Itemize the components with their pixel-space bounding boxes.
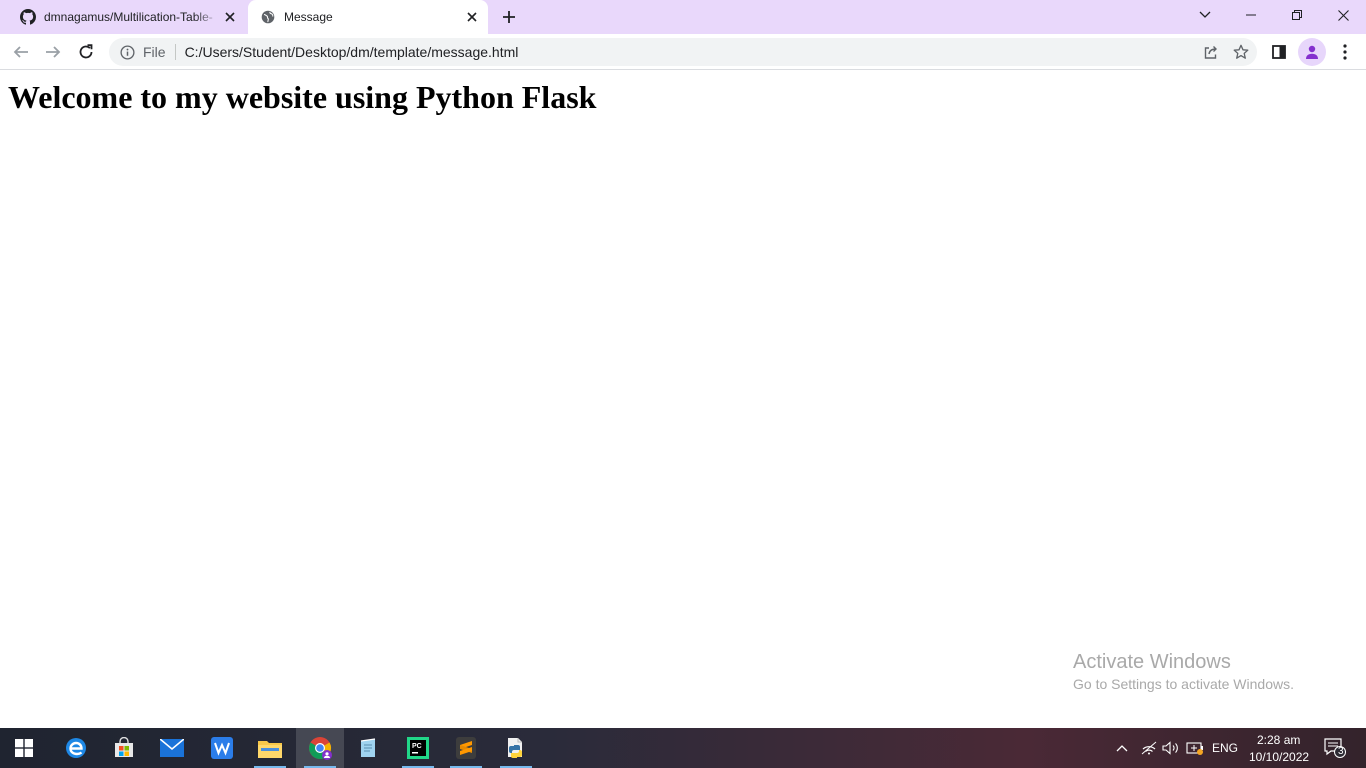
tab-title: dmnagamus/Multilication-Table- [44,10,213,24]
restore-button[interactable] [1274,0,1320,30]
new-tab-button[interactable] [496,5,522,29]
page-heading: Welcome to my website using Python Flask [8,79,597,115]
plus-icon [503,11,515,23]
close-icon [1337,9,1349,21]
mail-icon [160,739,184,757]
activation-watermark-subtitle: Go to Settings to activate Windows. [1073,676,1294,692]
person-icon [1306,45,1318,59]
forward-button[interactable] [39,38,67,66]
github-icon [20,9,36,25]
profile-button[interactable] [1298,38,1326,66]
tab-title: Message [284,10,333,24]
tab-github[interactable]: dmnagamus/Multilication-Table- [8,0,246,34]
action-center-button[interactable]: 3 [1320,728,1350,768]
taskbar-notepad[interactable] [344,728,392,768]
activation-watermark-title: Activate Windows [1073,651,1231,673]
clock-date[interactable]: 10/10/2022 [1249,750,1309,764]
close-icon[interactable] [462,7,482,27]
svg-text:PC: PC [412,743,422,750]
scheme-label: File [143,44,166,60]
side-panel-icon [1272,45,1286,59]
address-bar[interactable]: File C:/Users/Student/Desktop/dm/templat… [109,38,1257,66]
tab-message[interactable]: Message [248,0,488,34]
star-icon[interactable] [1227,38,1255,66]
notification-count: 3 [1338,746,1344,757]
language-indicator[interactable]: ENG [1212,741,1238,755]
side-panel-button[interactable] [1265,38,1293,66]
reload-icon [79,44,93,59]
start-icon [15,739,33,757]
info-icon[interactable] [119,44,135,60]
taskbar-mail[interactable] [148,728,196,768]
network-icon[interactable] [1138,728,1160,768]
taskbar-sublime[interactable] [442,728,490,768]
chevron-down-icon [1199,11,1211,18]
taskbar-pycharm[interactable]: PC [394,728,442,768]
divider [174,44,176,60]
taskbar-python[interactable] [492,728,540,768]
close-window-button[interactable] [1320,0,1366,30]
minimize-icon [1246,14,1256,16]
minimize-button[interactable] [1228,0,1274,30]
share-icon[interactable] [1197,38,1225,66]
reload-button[interactable] [72,38,100,66]
clock-time[interactable]: 2:28 am [1257,733,1300,747]
back-button[interactable] [7,38,35,66]
more-vert-icon [1343,44,1347,60]
taskbar-edge[interactable] [52,728,100,768]
pycharm-icon: PC [407,737,429,759]
tab-strip: dmnagamus/Multilication-Table- Message [0,0,1366,34]
show-hidden-icons-button[interactable] [1112,728,1132,768]
python-icon [508,738,522,758]
taskbar-chrome[interactable] [296,728,344,768]
menu-button[interactable] [1331,38,1359,66]
chevron-up-icon [1116,745,1128,752]
arrow-right-icon [46,46,61,58]
notepad-icon [360,738,376,757]
edge-icon [66,738,86,758]
browser-toolbar: File C:/Users/Student/Desktop/dm/templat… [0,34,1366,70]
battery-icon[interactable] [1184,728,1206,768]
url-text[interactable]: C:/Users/Student/Desktop/dm/template/mes… [185,44,1197,60]
globe-icon [260,9,276,25]
store-icon [115,737,133,757]
taskbar-wps[interactable] [198,728,246,768]
volume-icon[interactable] [1160,728,1182,768]
restore-icon [1292,10,1302,20]
tab-search-button[interactable] [1182,0,1228,30]
close-icon[interactable] [220,7,240,27]
taskbar-file-explorer[interactable] [246,728,294,768]
taskbar: PC ENG 2:28 am 10/10/2022 3 [0,728,1366,768]
sublime-icon [456,737,476,759]
arrow-left-icon [13,46,28,58]
wps-icon [211,737,233,759]
chrome-icon [309,737,332,760]
start-button[interactable] [0,728,48,768]
taskbar-store[interactable] [100,728,148,768]
file-explorer-icon [258,741,282,758]
